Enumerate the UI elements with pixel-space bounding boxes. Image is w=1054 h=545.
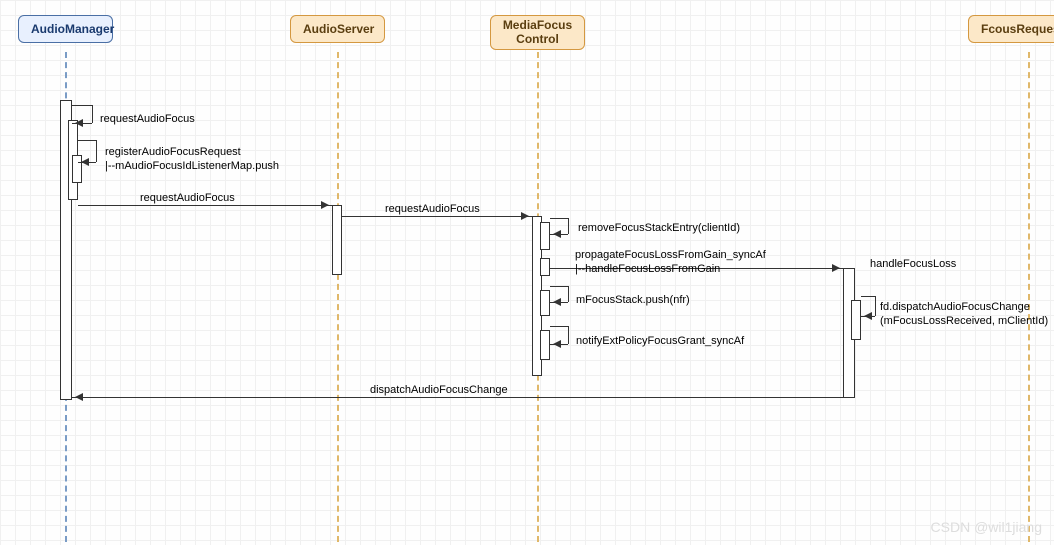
label-propagate-focus-loss: propagateFocusLossFromGain_syncAf |--han… [575,248,766,277]
participant-label: MediaFocus Control [503,18,572,46]
lifeline-audioserver [337,52,339,542]
label-as-to-mfc: requestAudioFocus [385,203,480,215]
label-notify-ext-policy: notifyExtPolicyFocusGrant_syncAf [576,335,744,347]
msg-fr-to-am [72,397,843,398]
label-register-audio-focus-request: registerAudioFocusRequest |--mAudioFocus… [105,145,279,174]
participant-mediafocuscontrol: MediaFocus Control [490,15,585,50]
lifeline-focusrequester [1028,52,1030,542]
label-am-to-as: requestAudioFocus [140,192,235,204]
label-fd-dispatch: fd.dispatchAudioFocusChange (mFocusLossR… [880,300,1048,329]
activation-as [332,205,342,275]
msg-as-to-mfc [342,216,532,217]
label-focus-stack-push: mFocusStack.push(nfr) [576,294,690,306]
label-remove-focus-stack-entry: removeFocusStackEntry(clientId) [578,222,740,234]
participant-focusrequester: FcousRequester [968,15,1054,43]
activation-mfc-inner2 [540,258,550,276]
msg-am-to-as [78,205,332,206]
label-handle-focus-loss: handleFocusLoss [870,258,956,270]
activation-fr-inner [851,300,861,340]
watermark: CSDN @wil1jiang [931,519,1042,535]
participant-audiomanager: AudioManager [18,15,113,43]
label-dispatch-audio-focus-change: dispatchAudioFocusChange [370,384,508,396]
label-request-audio-focus-self: requestAudioFocus [100,113,195,125]
participant-audioserver: AudioServer [290,15,385,43]
